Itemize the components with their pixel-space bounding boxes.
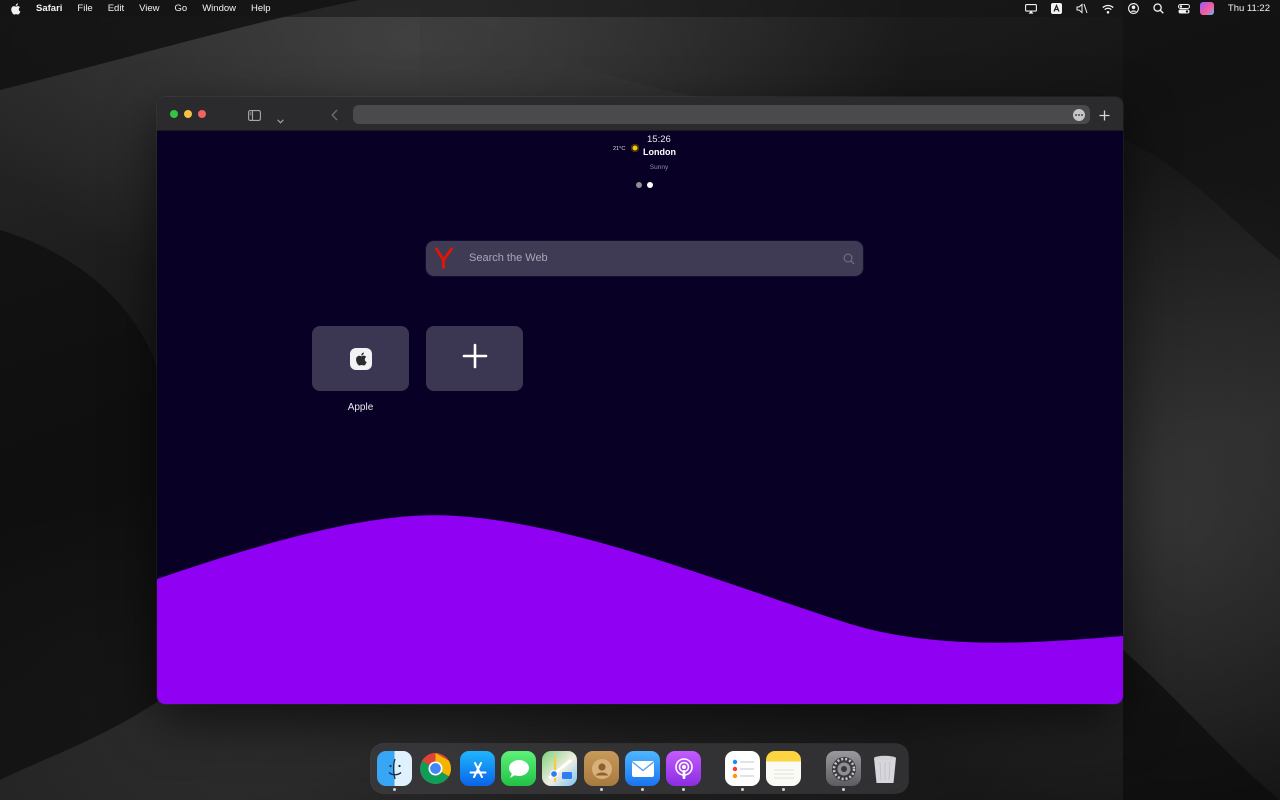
menu-bar: Safari File Edit View Go Window Help Thu… [0,0,1280,17]
dock-mail-icon[interactable] [625,751,660,786]
dock-reminders-icon[interactable] [725,751,760,786]
weather-time: 15:26 [647,134,671,145]
dock-notes-icon[interactable] [766,751,801,786]
add-plus-icon [462,343,488,374]
decorative-wave [157,515,1123,704]
window-zoom-button[interactable] [198,110,206,118]
search-icon[interactable] [843,252,855,270]
dock-podcasts-icon[interactable] [666,751,701,786]
page-dot-2[interactable] [647,182,653,188]
menu-go[interactable]: Go [175,3,188,14]
window-close-button[interactable] [170,110,178,118]
add-favorite-tile[interactable] [426,326,523,391]
favorite-label-apple: Apple [347,402,374,413]
dock-podcasts-running-dot [682,788,685,791]
menu-app-name[interactable]: Safari [36,3,62,14]
dock-messages-icon[interactable] [501,751,536,786]
weather-city: London [643,147,676,157]
weather-condition: Sunny [649,164,669,171]
sound-muted-icon[interactable] [1076,3,1088,14]
user-account-icon[interactable] [1127,3,1139,14]
menu-file[interactable]: File [77,3,92,14]
address-bar[interactable] [353,105,1090,124]
safari-window: 15:26 21°C London Sunny Search the Web A… [157,97,1123,704]
search-placeholder: Search the Web [469,252,548,264]
menu-bar-right: Thu 11:22 [1011,2,1270,15]
weather-widget[interactable]: 15:26 21°C London Sunny [613,134,703,174]
apple-logo-icon [349,347,372,370]
dock-finder-running-dot [393,788,396,791]
dock [371,744,908,793]
input-source-icon[interactable] [1050,3,1062,14]
safari-toolbar [157,97,1123,131]
back-chevron-icon[interactable] [331,108,338,126]
menu-bar-left: Safari File Edit View Go Window Help [10,2,286,15]
apple-menu-icon[interactable] [10,2,21,15]
weather-temperature: 21°C [613,146,626,152]
sun-icon [631,144,639,152]
favorite-tile-apple[interactable] [312,326,409,391]
control-center-icon[interactable] [1177,3,1190,14]
dock-contacts-running-dot [600,788,603,791]
sidebar-toggle-icon[interactable] [248,108,261,126]
menu-view[interactable]: View [139,3,159,14]
dock-reminders-running-dot [741,788,744,791]
dock-mail-running-dot [641,788,644,791]
dock-maps-icon[interactable] [542,751,577,786]
spotlight-search-icon[interactable] [1153,3,1164,14]
window-controls [170,110,212,118]
dock-finder-icon[interactable] [377,751,412,786]
new-tab-plus-icon[interactable] [1099,108,1110,126]
web-search-box[interactable]: Search the Web [426,241,863,276]
dock-app-store-icon[interactable] [460,751,495,786]
dock-system-settings-running-dot [842,788,845,791]
menu-help[interactable]: Help [251,3,271,14]
menu-clock[interactable]: Thu 11:22 [1228,3,1270,14]
dock-chrome-icon[interactable] [418,751,453,786]
dock-notes-running-dot [782,788,785,791]
siri-icon[interactable] [1199,2,1214,15]
start-page: 15:26 21°C London Sunny Search the Web A… [157,131,1123,704]
menu-edit[interactable]: Edit [108,3,124,14]
screen-mirroring-icon[interactable] [1024,3,1037,14]
dock-system-settings-icon[interactable] [826,751,861,786]
page-indicator [636,182,658,188]
menu-window[interactable]: Window [202,3,236,14]
yandex-logo-icon [435,247,453,274]
dock-contacts-icon[interactable] [584,751,619,786]
page-dot-1[interactable] [636,182,642,188]
dock-trash-icon[interactable] [867,751,902,786]
window-minimize-button[interactable] [184,110,192,118]
tab-group-chevron-down-icon[interactable] [277,111,284,129]
wifi-icon[interactable] [1102,4,1114,14]
page-menu-more-icon[interactable] [1073,108,1085,121]
